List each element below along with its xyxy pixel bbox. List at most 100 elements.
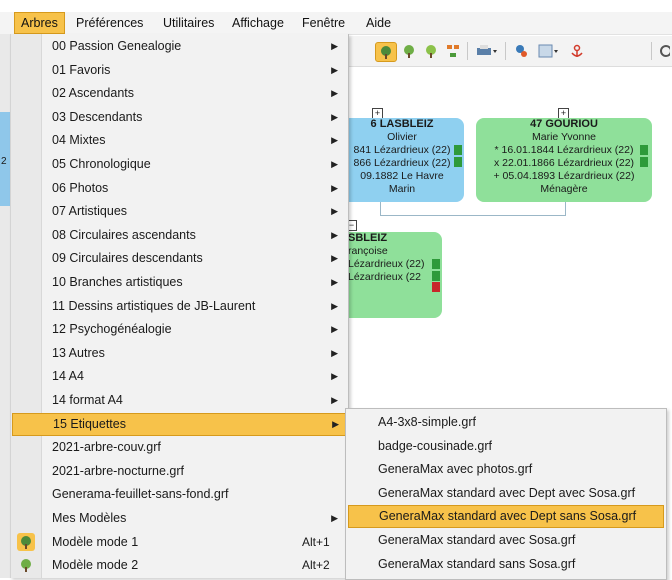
menu-item-11-dessins-artistiques-de-jb-laurent[interactable]: 11 Dessins artistiques de JB-Laurent ▶ — [12, 295, 346, 318]
person-death: + 05.04.1893 Lézardrieux (22) — [493, 170, 635, 182]
partial-card-left: 2 — [0, 112, 10, 206]
submenu-arrow-icon: ▶ — [331, 41, 338, 51]
person-search-icon[interactable] — [511, 42, 531, 60]
submenu-item-generamax-avec-photos-grf[interactable]: GeneraMax avec photos.grf — [348, 458, 662, 481]
person-name: SBLEIZ — [348, 232, 388, 244]
submenu-arrow-icon: ▶ — [331, 135, 338, 146]
family-tree-icon[interactable] — [443, 42, 463, 60]
person-card-gouriou-marie[interactable]: 47 GOURIOU Marie Yvonne * 16.01.1844 Léz… — [476, 118, 652, 202]
toolbar-separator — [651, 42, 652, 60]
menu-item-label: 00 Passion Genealogie — [52, 39, 182, 53]
submenu-item-a4-3x8-simple-grf[interactable]: A4-3x8-simple.grf — [348, 411, 662, 434]
submenu-item-generamax-standard-avec-dept-avec-sosa-grf[interactable]: GeneraMax standard avec Dept avec Sosa.g… — [348, 482, 662, 505]
menu-item-2021-arbre-nocturne-grf[interactable]: 2021-arbre-nocturne.grf — [12, 460, 346, 483]
menu-item-label: 11 Dessins artistiques de JB-Laurent — [52, 298, 256, 313]
submenu-arrow-icon: ▶ — [331, 300, 338, 311]
menu-item-label: 14 format A4 — [52, 393, 123, 407]
menu-item-label: 10 Branches artistiques — [52, 275, 183, 289]
submenu-item-label: GeneraMax standard sans Sosa.grf — [378, 556, 576, 571]
source-check-icon — [640, 157, 648, 167]
menu-item-shortcut: Alt+1 — [302, 534, 330, 549]
menu-item-label: 06 Photos — [52, 180, 109, 195]
menu-item-04-mixtes[interactable]: 04 Mixtes ▶ — [12, 129, 346, 152]
menu-affichage[interactable]: Affichage — [226, 12, 290, 34]
person-marriage: 866 Lézardrieux (22) — [353, 157, 451, 169]
menu-item-06-photos[interactable]: 06 Photos ▶ — [12, 177, 346, 200]
menu-item-generama-feuillet-sans-fond-grf[interactable]: Generama-feuillet-sans-fond.grf — [12, 483, 346, 506]
menu-item-05-chronologique[interactable]: 05 Chronologique ▶ — [12, 153, 346, 176]
menu-item-08-circulaires-ascendants[interactable]: 08 Circulaires ascendants ▶ — [12, 224, 346, 247]
arbres-dropdown-menu: 00 Passion Genealogie ▶ 01 Favoris ▶ 02 Asce… — [10, 34, 349, 578]
person-name: 6 LASBLEIZ — [370, 118, 434, 130]
anchor-icon[interactable] — [567, 42, 587, 60]
menu-item-03-descendants[interactable]: 03 Descendants ▶ — [12, 106, 346, 129]
menu-item-00-passion-genealogie[interactable]: 00 Passion Genealogie ▶ — [12, 35, 346, 58]
menu-item-02-ascendants[interactable]: 02 Ascendants ▶ — [12, 82, 346, 105]
menu-item-14-format-a4[interactable]: 14 format A4 ▶ — [12, 389, 346, 412]
tree-mode-2-icon — [17, 556, 35, 574]
menu-item-2021-arbre-couv-grf[interactable]: 2021-arbre-couv.grf — [12, 436, 346, 459]
menu-item-modele-mode-2[interactable]: Modèle mode 2 Alt+2 — [12, 554, 346, 577]
tree-mode-1-icon[interactable] — [375, 42, 397, 62]
chart-options-icon[interactable] — [535, 42, 563, 60]
menu-bar: Arbres Préférences Utilitaires Affichage… — [0, 12, 672, 35]
settings-icon[interactable] — [657, 42, 671, 60]
menu-item-12-psychogenealogie[interactable]: 12 Psychogénéalogie ▶ — [12, 318, 346, 341]
submenu-arrow-icon: ▶ — [331, 88, 338, 99]
tree-mode-3-icon[interactable] — [421, 42, 441, 60]
menu-preferences[interactable]: Préférences — [70, 12, 149, 34]
person-occupation: Ménagère — [540, 183, 588, 195]
submenu-item-generamax-standard-sans-sosa-grf[interactable]: GeneraMax standard sans Sosa.grf — [348, 553, 662, 576]
menu-utilitaires[interactable]: Utilitaires — [157, 12, 220, 34]
menu-arbres[interactable]: Arbres — [14, 12, 65, 34]
print-icon[interactable] — [473, 42, 501, 60]
menu-item-label: 04 Mixtes — [52, 133, 106, 148]
menu-item-modele-mode-1[interactable]: Modèle mode 1 Alt+1 — [12, 531, 346, 554]
menu-item-10-branches-artistiques[interactable]: 10 Branches artistiques ▶ — [12, 271, 346, 294]
menu-aide[interactable]: Aide — [360, 12, 397, 34]
person-firstname: rançoise — [348, 245, 388, 257]
menu-item-label: Mes Modèles — [52, 511, 127, 525]
submenu-arrow-icon: ▶ — [331, 253, 338, 264]
submenu-item-generamax-standard-avec-sosa-grf[interactable]: GeneraMax standard avec Sosa.grf — [348, 529, 662, 552]
menu-item-14-a4[interactable]: 14 A4 ▶ — [12, 365, 346, 388]
source-check-icon — [640, 145, 648, 155]
tree-mode-2-icon[interactable] — [399, 42, 419, 60]
toolbar — [345, 36, 672, 67]
person-occupation: Marin — [388, 183, 416, 195]
menu-item-mes-modeles[interactable]: Mes Modèles ▶ — [12, 507, 346, 530]
submenu-item-badge-cousinade-grf[interactable]: badge-cousinade.grf — [348, 435, 662, 458]
menu-item-09-circulaires-descendants[interactable]: 09 Circulaires descendants ▶ — [12, 247, 346, 270]
submenu-arrow-icon: ▶ — [331, 395, 338, 405]
menu-item-label: 01 Favoris — [52, 62, 111, 77]
submenu-arrow-icon: ▶ — [331, 229, 338, 240]
submenu-arrow-icon: ▶ — [331, 277, 338, 287]
submenu-arrow-icon: ▶ — [331, 159, 338, 169]
menu-item-07-artistiques[interactable]: 07 Artistiques ▶ — [12, 200, 346, 223]
menu-item-label: 14 A4 — [52, 369, 84, 384]
menu-fenetre[interactable]: Fenêtre — [296, 12, 351, 34]
person-marriage: Lézardrieux (22 — [348, 271, 421, 283]
menu-item-shortcut: Alt+2 — [302, 558, 330, 573]
person-name: 47 GOURIOU — [530, 118, 598, 130]
source-check-icon — [454, 157, 462, 167]
submenu-item-label: GeneraMax standard avec Sosa.grf — [378, 533, 576, 547]
menu-item-label: 13 Autres — [52, 345, 105, 360]
menu-item-label: 2021-arbre-nocturne.grf — [52, 463, 185, 478]
partial-card-number: 2 — [1, 156, 7, 167]
submenu-arrow-icon: ▶ — [331, 182, 338, 193]
source-missing-icon — [432, 282, 440, 292]
person-birth: 841 Lézardrieux (22) — [353, 144, 451, 156]
menu-item-label: 09 Circulaires descendants — [52, 251, 203, 266]
submenu-arrow-icon: ▶ — [332, 418, 339, 429]
menu-item-15-etiquettes[interactable]: 15 Etiquettes ▶ — [12, 412, 348, 436]
submenu-item-generamax-standard-avec-dept-sans-sosa-grf[interactable]: GeneraMax standard avec Dept sans Sosa.g… — [348, 505, 664, 529]
menu-item-13-autres[interactable]: 13 Autres ▶ — [12, 342, 346, 365]
submenu-item-label: A4-3x8-simple.grf — [378, 415, 476, 429]
submenu-arrow-icon: ▶ — [331, 64, 338, 75]
submenu-arrow-icon: ▶ — [331, 371, 338, 382]
person-death: 09.1882 Le Havre — [360, 170, 444, 182]
menu-item-01-favoris[interactable]: 01 Favoris ▶ — [12, 59, 346, 82]
person-card-lasbleiz-olivier[interactable]: 6 LASBLEIZ Olivier 841 Lézardrieux (22) … — [340, 118, 464, 202]
person-card-lasbleiz-francoise[interactable]: SBLEIZ rançoise Lézardrieux (22) Lézardr… — [340, 232, 442, 318]
